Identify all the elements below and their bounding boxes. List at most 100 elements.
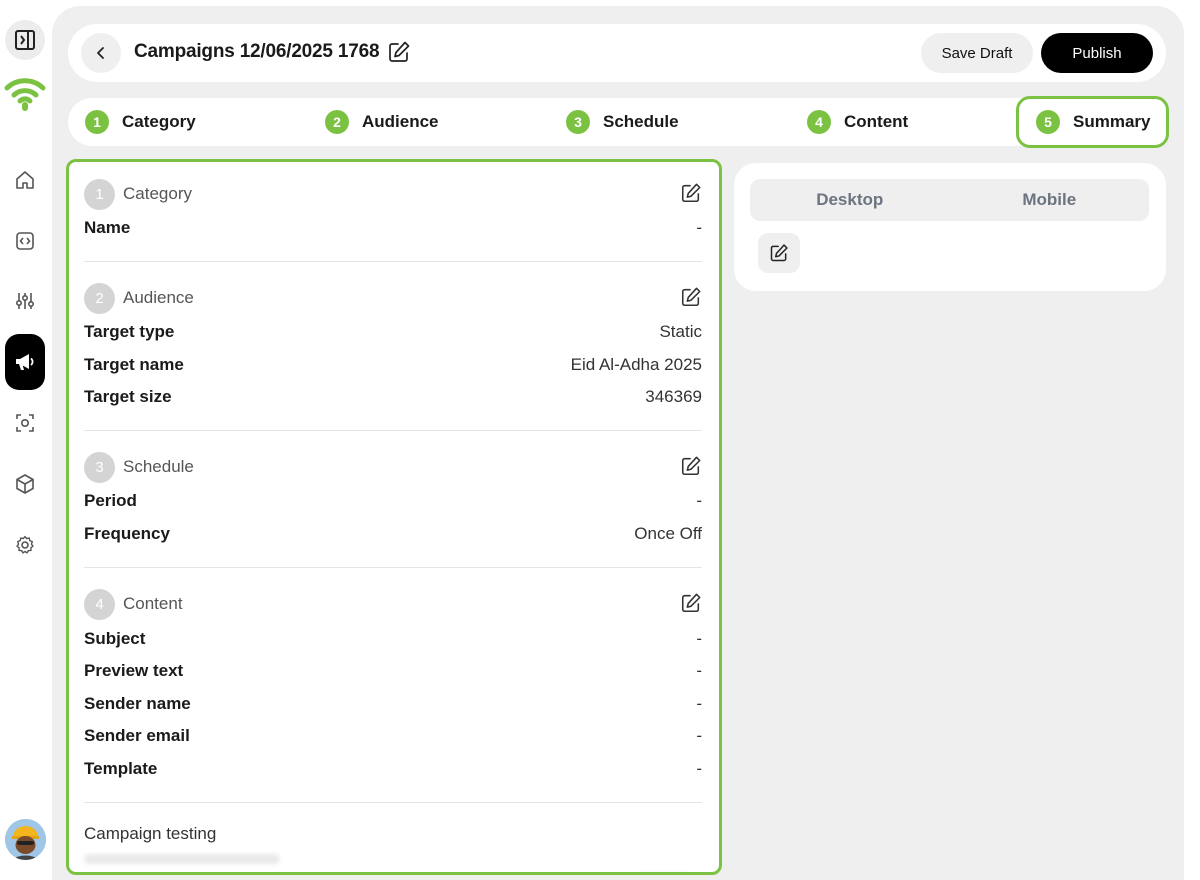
section-title: Audience: [123, 288, 194, 307]
row-label: Name: [84, 218, 131, 237]
tab-desktop[interactable]: Desktop: [750, 179, 950, 221]
step-schedule[interactable]: 3 Schedule: [566, 98, 679, 146]
edit-icon: [770, 244, 788, 262]
row-value: -: [696, 661, 702, 680]
edit-category-button[interactable]: [680, 182, 702, 204]
row-label: Sender email: [84, 726, 190, 745]
section-header: 4 Content: [84, 588, 702, 620]
row-label: Target type: [84, 322, 175, 341]
step-label: Content: [844, 112, 909, 131]
rail-item-home[interactable]: [5, 160, 45, 200]
step-number: 4: [807, 110, 831, 134]
divider: [84, 261, 702, 262]
edit-title-button[interactable]: [387, 40, 411, 64]
testing-action-placeholder: [634, 874, 694, 875]
edit-icon: [681, 456, 701, 476]
step-label: Summary: [1073, 112, 1151, 131]
row-value: -: [696, 759, 702, 778]
sidebar-toggle-button[interactable]: [5, 20, 45, 60]
step-number: 3: [566, 110, 590, 134]
page-title: Campaigns 12/06/2025 1768: [134, 41, 380, 62]
step-audience[interactable]: 2 Audience: [325, 98, 439, 146]
step-number: 2: [325, 110, 349, 134]
row-label: Frequency: [84, 524, 170, 543]
step-label: Schedule: [603, 112, 679, 131]
row-value: 346369: [645, 387, 702, 406]
row-value: Once Off: [634, 524, 702, 543]
summary-row: Sender email -: [84, 725, 702, 747]
scan-icon: [16, 414, 34, 432]
summary-row: Name -: [84, 217, 702, 239]
row-label: Preview text: [84, 661, 184, 680]
section-header: 3 Schedule: [84, 451, 702, 483]
chevron-left-icon: [97, 47, 104, 59]
summary-section-audience: 2 Audience Target type Static Target nam…: [84, 282, 702, 431]
summary-row: Target size 346369: [84, 386, 702, 408]
home-icon: [16, 171, 34, 189]
section-header: 1 Category: [84, 178, 702, 210]
summary-section-content: 4 Content Subject - Preview text - Sende…: [84, 588, 702, 803]
summary-row: Preview text -: [84, 660, 702, 682]
row-label: Period: [84, 491, 137, 510]
row-value: -: [696, 218, 702, 237]
step-summary[interactable]: 5 Summary: [1016, 96, 1170, 148]
summary-section-schedule: 3 Schedule Period - Frequency Once Off: [84, 451, 702, 568]
back-button[interactable]: [81, 33, 121, 73]
row-label: Target size: [84, 387, 172, 406]
step-number: 5: [1036, 110, 1060, 134]
rail-item-scan[interactable]: [5, 403, 45, 443]
left-rail: [0, 0, 52, 880]
section-number: 3: [84, 451, 115, 483]
rail-item-filters[interactable]: [5, 281, 45, 321]
edit-icon: [681, 593, 701, 613]
campaign-stepper: 1 Category 2 Audience 3 Schedule 4 Conte…: [68, 96, 1170, 148]
page-header: Campaigns 12/06/2025 1768 Save Draft Pub…: [68, 24, 1166, 82]
sliders-icon: [15, 293, 35, 309]
wifi-logo-icon: [4, 78, 46, 111]
edit-schedule-button[interactable]: [680, 455, 702, 477]
step-label: Audience: [362, 112, 439, 131]
summary-row: Target type Static: [84, 321, 702, 343]
gear-icon: [16, 535, 34, 554]
row-value: -: [696, 629, 702, 648]
divider: [84, 430, 702, 431]
summary-row: Template -: [84, 758, 702, 780]
row-value: -: [696, 726, 702, 745]
row-value: Static: [659, 322, 702, 341]
edit-preview-button[interactable]: [758, 233, 800, 273]
divider: [84, 802, 702, 803]
sidebar-toggle-icon: [15, 30, 35, 50]
user-avatar[interactable]: [5, 819, 46, 860]
testing-description-placeholder: [84, 854, 280, 864]
step-number: 1: [85, 110, 109, 134]
row-value: -: [696, 694, 702, 713]
publish-button[interactable]: Publish: [1041, 33, 1153, 73]
row-label: Template: [84, 759, 158, 778]
section-number: 4: [84, 588, 115, 620]
rail-item-settings[interactable]: [5, 525, 45, 565]
row-label: Target name: [84, 355, 184, 374]
summary-card: 1 Category Name - 2 Audience Target type…: [66, 159, 722, 875]
section-title: Content: [123, 594, 183, 613]
row-value: -: [696, 491, 702, 510]
rail-item-code[interactable]: [5, 221, 45, 261]
summary-section-category: 1 Category Name -: [84, 178, 702, 262]
rail-item-campaigns[interactable]: [5, 334, 45, 390]
preview-card: Desktop Mobile: [734, 163, 1166, 291]
step-category[interactable]: 1 Category: [85, 98, 196, 146]
tab-mobile[interactable]: Mobile: [950, 179, 1150, 221]
section-number: 1: [84, 178, 115, 210]
summary-row: Frequency Once Off: [84, 523, 702, 545]
megaphone-icon: [16, 354, 34, 370]
edit-audience-button[interactable]: [680, 286, 702, 308]
section-number: 2: [84, 282, 115, 314]
edit-content-button[interactable]: [680, 592, 702, 614]
summary-row: Period -: [84, 490, 702, 512]
step-content[interactable]: 4 Content: [807, 98, 908, 146]
rail-item-products[interactable]: [5, 464, 45, 504]
row-value: Eid Al-Adha 2025: [570, 355, 702, 374]
summary-row: Target name Eid Al-Adha 2025: [84, 354, 702, 376]
step-label: Category: [122, 112, 196, 131]
save-draft-button[interactable]: Save Draft: [921, 33, 1033, 73]
avatar-icon: [5, 819, 46, 860]
